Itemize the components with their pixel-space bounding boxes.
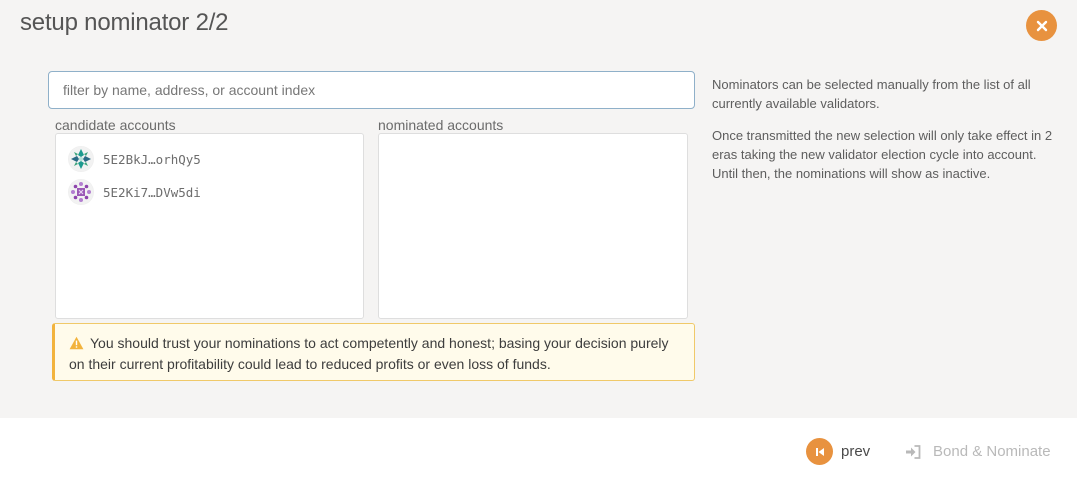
candidate-address: 5E2BkJ…orhQy5 xyxy=(103,151,201,167)
nominated-accounts-label: nominated accounts xyxy=(378,117,504,133)
info-paragraph-2: Once transmitted the new selection will … xyxy=(712,128,1053,181)
prev-label: prev xyxy=(841,443,871,460)
bond-nominate-button[interactable]: Bond & Nominate xyxy=(905,438,1051,465)
candidate-account-row[interactable]: 5E2Ki7…DVw5di xyxy=(68,178,201,206)
warning-text: You should trust your nominations to act… xyxy=(69,335,669,372)
close-icon xyxy=(1036,20,1047,31)
nominated-accounts-list[interactable] xyxy=(378,133,688,319)
prev-button[interactable]: prev xyxy=(806,438,870,465)
close-button[interactable] xyxy=(1026,10,1057,41)
candidate-accounts-list[interactable]: 5E2BkJ…orhQy5 5E2Ki7…DVw5di xyxy=(55,133,364,319)
modal-title: setup nominator 2/2 xyxy=(20,9,229,36)
warning-icon xyxy=(69,336,84,350)
step-backward-icon xyxy=(806,438,833,465)
candidate-address: 5E2Ki7…DVw5di xyxy=(103,184,201,200)
modal-body: setup nominator 2/2 candidate accounts n… xyxy=(0,0,1077,418)
candidate-accounts-label: candidate accounts xyxy=(55,117,176,133)
info-paragraph-1: Nominators can be selected manually from… xyxy=(712,77,1031,111)
warning-message: You should trust your nominations to act… xyxy=(52,323,695,381)
filter-input[interactable] xyxy=(48,71,695,109)
identicon xyxy=(68,146,94,172)
candidate-account-row[interactable]: 5E2BkJ…orhQy5 xyxy=(68,145,201,173)
sign-in-icon xyxy=(906,444,921,459)
identicon xyxy=(68,179,94,205)
bond-nominate-label: Bond & Nominate xyxy=(933,443,1051,460)
